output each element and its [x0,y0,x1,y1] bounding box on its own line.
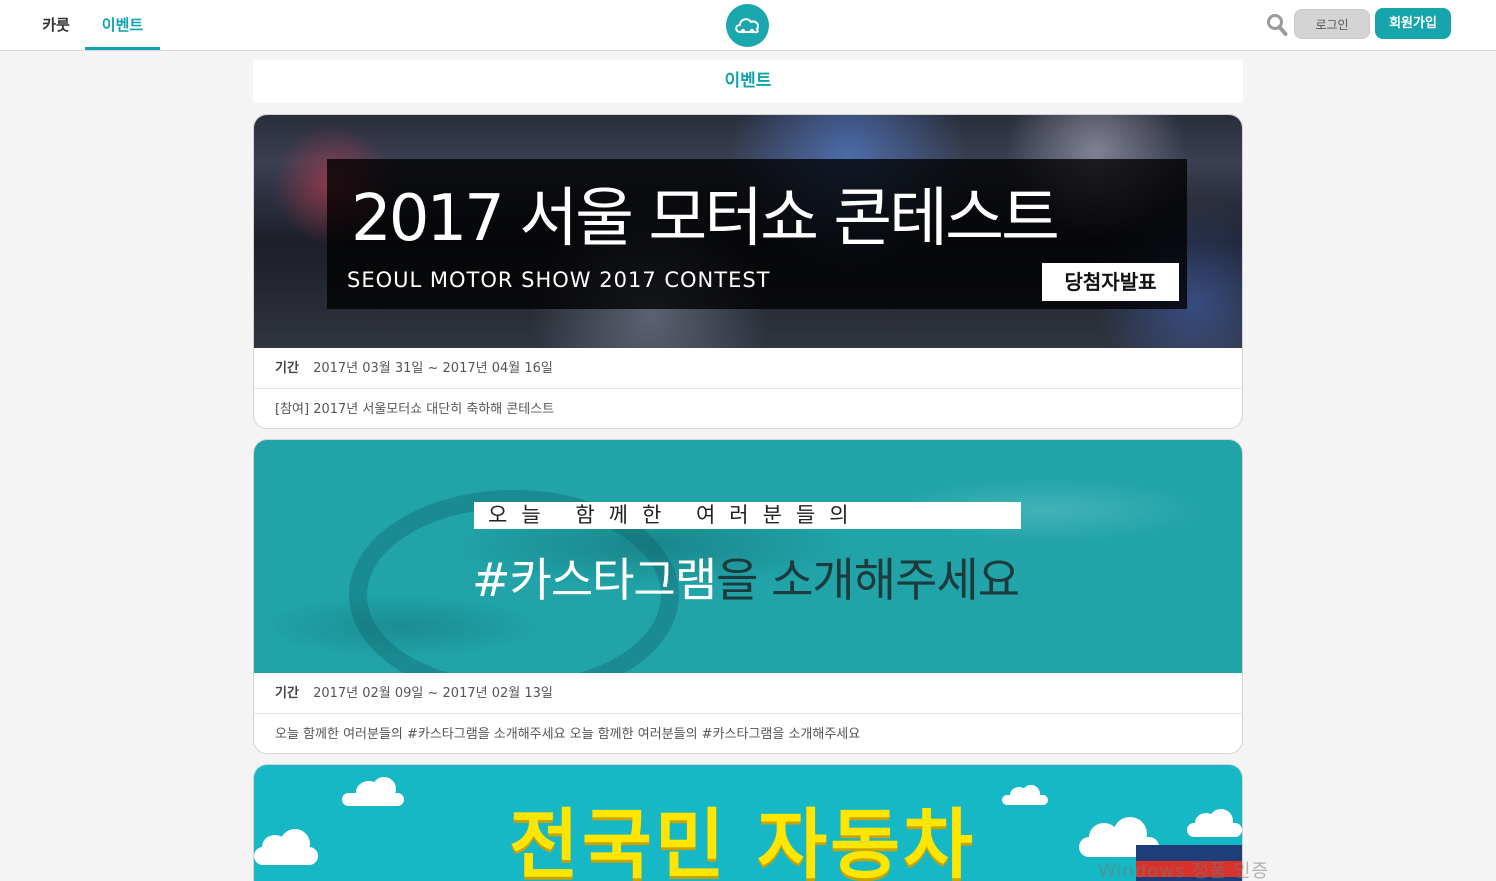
os-watermark: Windows 정품 인증 [1098,861,1270,881]
cloud-graphic [254,829,318,865]
event-description[interactable]: 오늘 함께한 여러분들의 #카스타그램을 소개해주세요 오늘 함께한 여러분들의… [254,714,1242,753]
page-title: 이벤트 [253,60,1243,103]
tab-event[interactable]: 이벤트 [85,0,160,50]
event-period: 기간 2017년 03월 31일 ~ 2017년 04월 16일 [254,348,1242,389]
event-banner[interactable]: 2017 서울 모터쇼 콘테스트 SEOUL MOTOR SHOW 2017 C… [254,115,1242,348]
banner-tag: 당첨자발표 [1042,263,1179,301]
period-value: 2017년 03월 31일 ~ 2017년 04월 16일 [313,361,553,376]
event-banner[interactable]: 전국민 자동차 [254,765,1242,881]
cloud-graphic [1002,785,1048,805]
event-description[interactable]: [참여] 2017년 서울모터쇼 대단히 축하해 콘테스트 [254,389,1242,428]
tab-karut[interactable]: 카룻 [38,0,74,50]
top-header: 카룻 이벤트 로그인 회원가입 [0,0,1496,51]
period-value: 2017년 02월 09일 ~ 2017년 02월 13일 [313,686,553,701]
banner-strip: 오늘 함께한 여러분들의 [474,502,1021,529]
banner-title: #카스타그램을 소개해주세요 [472,544,1020,610]
period-label: 기간 [275,361,299,376]
banner-subtitle: SEOUL MOTOR SHOW 2017 CONTEST [347,268,771,292]
search-icon[interactable] [1266,13,1288,37]
banner-title-hashtag: #카스타그램 [472,553,717,607]
logo-icon[interactable] [726,4,769,47]
event-card[interactable]: 2017 서울 모터쇼 콘테스트 SEOUL MOTOR SHOW 2017 C… [253,114,1243,429]
period-label: 기간 [275,686,299,701]
join-button[interactable]: 회원가입 [1375,8,1451,39]
event-card[interactable]: 전국민 자동차 [253,764,1243,881]
event-period: 기간 2017년 02월 09일 ~ 2017년 02월 13일 [254,673,1242,714]
event-banner[interactable]: 오늘 함께한 여러분들의 #카스타그램을 소개해주세요 [254,440,1242,673]
cloud-graphic [342,777,404,806]
banner-title: 2017 서울 모터쇼 콘테스트 [351,182,1060,256]
banner-line: 오늘 함께한 여러분들의 [488,503,863,527]
banner-title-rest: 을 소개해주세요 [716,553,1020,607]
login-button[interactable]: 로그인 [1294,9,1370,39]
event-card[interactable]: 오늘 함께한 여러분들의 #카스타그램을 소개해주세요 기간 2017년 02월… [253,439,1243,754]
banner-title: 전국민 자동차 [509,800,976,881]
cloud-graphic [1187,809,1242,837]
